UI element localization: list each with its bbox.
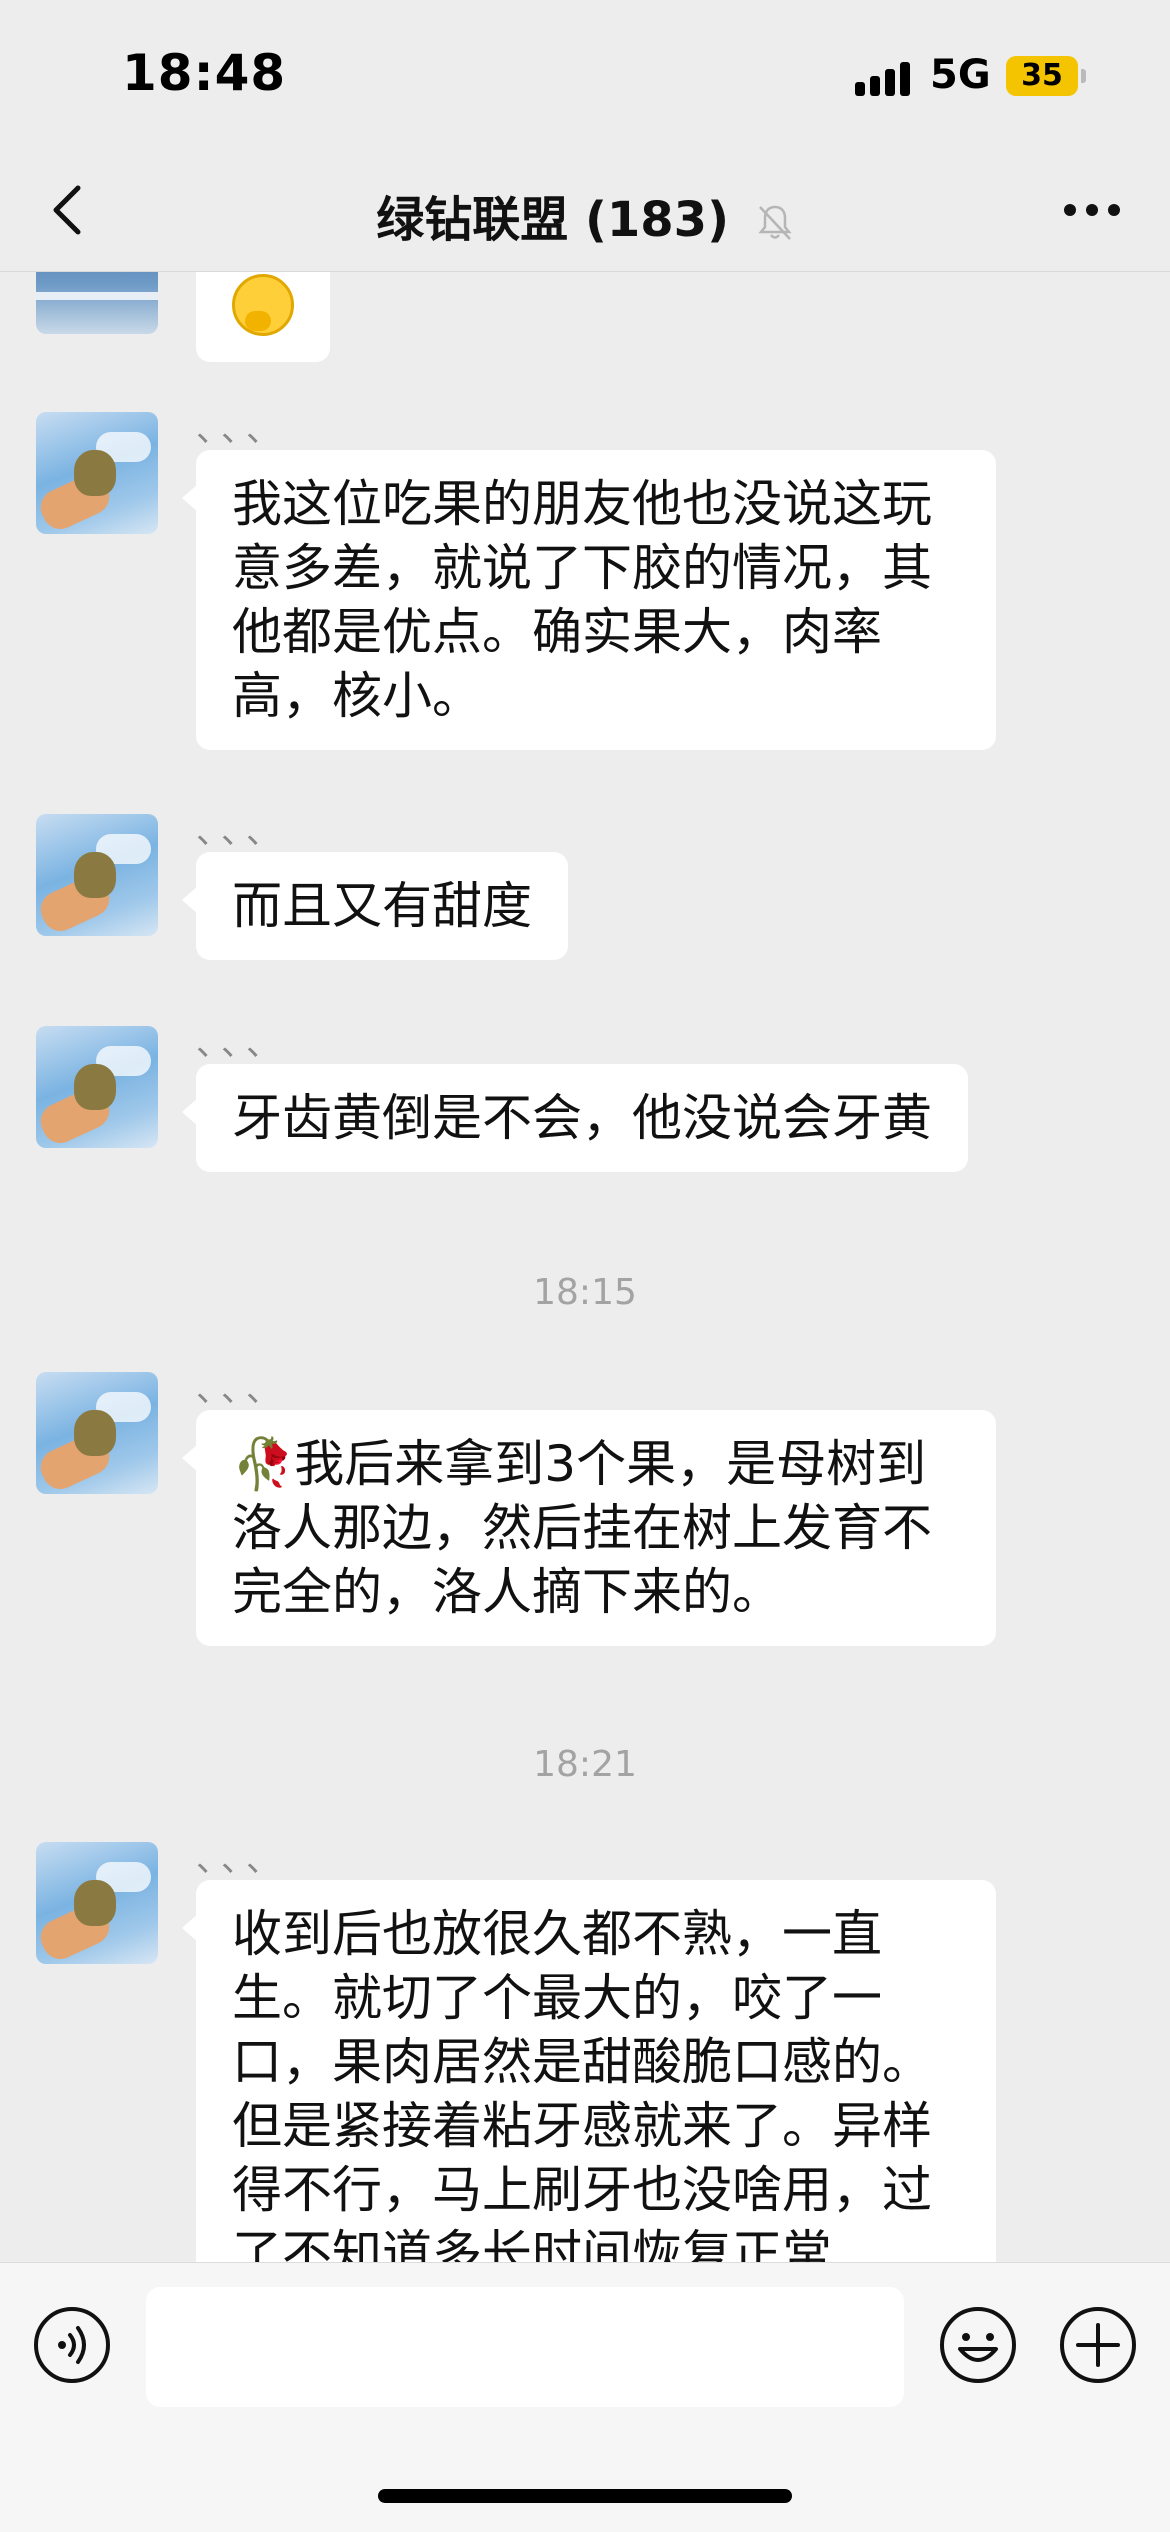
message-line: 收到后也放很久都不熟，一直 <box>232 1905 882 1963</box>
sender-name: 、、、 <box>196 1024 288 1064</box>
battery-icon: 35 <box>1006 56 1086 96</box>
message-line: 他都是优点。确实果大，肉率 <box>232 603 882 661</box>
message-line: 洛人那边，然后挂在树上发育不 <box>232 1499 932 1557</box>
message-bubble[interactable]: 🥀我后来拿到3个果，是母树到 洛人那边，然后挂在树上发育不 完全的，洛人摘下来的… <box>182 1410 996 1646</box>
status-time: 18:48 <box>122 44 287 102</box>
message-bubble[interactable]: 而且又有甜度 <box>182 852 568 960</box>
chat-header: 绿钻联盟 (183) <box>0 150 1170 272</box>
message-line: 牙齿黄倒是不会，他没说会牙黄 <box>232 1089 932 1147</box>
sender-name: 、、、 <box>196 410 288 450</box>
sender-name: 、、、 <box>196 1840 288 1880</box>
avatar[interactable] <box>36 412 158 534</box>
chat-title[interactable]: 绿钻联盟 (183) <box>0 180 1170 250</box>
input-bar <box>0 2262 1170 2532</box>
message-line: 高，核小。 <box>232 667 482 725</box>
message-line: 意多差，就说了下胶的情况，其 <box>232 539 932 597</box>
message-line: 口，果肉居然是甜酸脆口感的。 <box>232 2033 932 2091</box>
battery-level: 35 <box>1006 56 1078 96</box>
sender-name: 、、、 <box>196 812 288 852</box>
message-input[interactable] <box>146 2287 904 2407</box>
voice-icon[interactable] <box>32 2305 112 2385</box>
bell-muted-icon <box>758 205 792 240</box>
message-line: 完全的，洛人摘下来的。 <box>232 1563 782 1621</box>
sender-name: 、、、 <box>196 1370 288 1410</box>
message-list[interactable]: 、、、 我这位吃果的朋友他也没说这玩 意多差，就说了下胶的情况，其 他都是优点。… <box>0 272 1170 2262</box>
avatar[interactable] <box>36 272 158 334</box>
avatar[interactable] <box>36 814 158 936</box>
emoji-icon[interactable] <box>938 2305 1018 2385</box>
message-bubble[interactable]: 收到后也放很久都不熟，一直 生。就切了个最大的，咬了一 口，果肉居然是甜酸脆口感… <box>182 1880 996 2262</box>
message-line: 我这位吃果的朋友他也没说这玩 <box>232 475 932 533</box>
message-line: 生。就切了个最大的，咬了一 <box>232 1969 882 2027</box>
time-divider: 18:15 <box>533 1272 637 1313</box>
message-line: 了不知道多长时间恢复正常 <box>232 2225 832 2262</box>
thinking-emoji-icon <box>232 274 294 336</box>
message-line: 得不行，马上刷牙也没啥用，过 <box>232 2161 932 2219</box>
message-line: 但是紧接着粘牙感就来了。异样 <box>232 2097 932 2155</box>
time-divider: 18:21 <box>533 1744 637 1785</box>
message-bubble[interactable]: 我这位吃果的朋友他也没说这玩 意多差，就说了下胶的情况，其 他都是优点。确实果大… <box>182 450 996 750</box>
message-line: 而且又有甜度 <box>232 877 532 935</box>
avatar[interactable] <box>36 1026 158 1148</box>
message-line: 🥀我后来拿到3个果，是母树到 <box>232 1435 927 1493</box>
avatar[interactable] <box>36 1842 158 1964</box>
network-type: 5G <box>930 52 991 98</box>
avatar[interactable] <box>36 1372 158 1494</box>
chat-title-text: 绿钻联盟 (183) <box>376 192 730 248</box>
home-indicator[interactable] <box>378 2489 792 2503</box>
plus-icon[interactable] <box>1058 2305 1138 2385</box>
more-dots-icon[interactable] <box>1062 200 1122 220</box>
status-bar: 18:48 5G 35 <box>0 0 1170 150</box>
signal-icon <box>855 60 915 96</box>
message-bubble[interactable]: 牙齿黄倒是不会，他没说会牙黄 <box>182 1064 968 1172</box>
